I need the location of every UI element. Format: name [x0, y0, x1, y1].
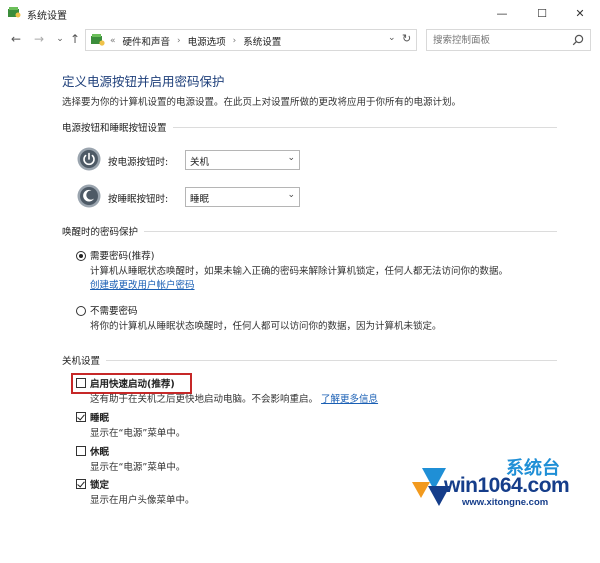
sleep-option-description: 显示在“电源”菜单中。	[90, 428, 186, 439]
power-button-select[interactable]: 关机 ⌄	[185, 150, 300, 170]
breadcrumb-separator[interactable]: ›	[233, 36, 237, 46]
power-button-value: 关机	[190, 157, 210, 168]
sleep-button-select[interactable]: 睡眠 ⌄	[185, 187, 300, 207]
require-password-label[interactable]: 需要密码(推荐)	[90, 248, 154, 262]
section-header-power-buttons: 电源按钮和睡眠按钮设置	[62, 120, 557, 134]
lock-checkbox[interactable]	[76, 479, 86, 489]
breadcrumb: « 硬件和声音 › 电源选项 › 系统设置	[110, 34, 281, 48]
section-header-shutdown: 关机设置	[62, 353, 557, 367]
maximize-button[interactable]: ☐	[522, 0, 562, 26]
hibernate-option-label[interactable]: 休眠	[90, 444, 109, 458]
no-password-label[interactable]: 不需要密码	[90, 303, 138, 317]
close-button[interactable]: ✕	[560, 0, 600, 26]
search-box[interactable]	[426, 29, 591, 51]
back-button[interactable]: ←	[8, 31, 24, 47]
sleep-checkbox[interactable]	[76, 412, 86, 422]
breadcrumb-system-settings[interactable]: 系统设置	[243, 34, 281, 48]
breadcrumb-separator[interactable]: ›	[177, 36, 181, 46]
lock-option-description: 显示在用户头像菜单中。	[90, 495, 195, 506]
watermark-url: www.xitongne.com	[462, 497, 549, 508]
breadcrumb-overflow[interactable]: «	[110, 36, 116, 46]
refresh-icon[interactable]: ↻	[402, 32, 411, 45]
chevron-down-icon: ⌄	[287, 190, 295, 200]
no-password-radio[interactable]	[76, 306, 86, 316]
fast-startup-description: 这有助于在关机之后更快地启动电脑。不会影响重启。 了解更多信息	[90, 394, 379, 405]
control-panel-icon	[91, 34, 105, 46]
sleep-option-label[interactable]: 睡眠	[90, 410, 109, 424]
search-icon[interactable]	[572, 34, 584, 46]
page-description: 选择要为你的计算机设置的电源设置。在此页上对设置所做的更改将应用于你所有的电源计…	[62, 97, 462, 108]
window-title: 系统设置	[27, 11, 67, 22]
breadcrumb-power-options[interactable]: 电源选项	[188, 34, 226, 48]
sleep-button-value: 睡眠	[190, 194, 210, 205]
watermark-brand: win1064.com	[444, 474, 570, 497]
hibernate-option-description: 显示在“电源”菜单中。	[90, 462, 186, 473]
address-box[interactable]: « 硬件和声音 › 电源选项 › 系统设置 ⌄ ↻	[85, 29, 417, 51]
address-bar: ← → ⌄ ↑ « 硬件和声音 › 电源选项 › 系统设置 ⌄ ↻	[0, 26, 600, 54]
forward-button[interactable]: →	[31, 31, 47, 47]
lock-option-label[interactable]: 锁定	[90, 477, 109, 491]
section-header-password: 唤醒时的密码保护	[62, 224, 557, 238]
search-input[interactable]	[433, 33, 563, 47]
title-bar: 系统设置 — ☐ ✕	[0, 0, 600, 26]
sleep-button-icon	[77, 184, 101, 208]
minimize-button[interactable]: —	[482, 0, 522, 26]
recent-locations-button[interactable]: ⌄	[52, 31, 68, 47]
up-button[interactable]: ↑	[67, 31, 83, 47]
address-dropdown-icon[interactable]: ⌄	[388, 33, 396, 43]
hibernate-checkbox[interactable]	[76, 446, 86, 456]
fast-startup-label[interactable]: 启用快速启动(推荐)	[90, 376, 175, 390]
require-password-radio[interactable]	[76, 251, 86, 261]
control-panel-icon	[8, 7, 21, 18]
change-password-link[interactable]: 创建或更改用户帐户密码	[90, 277, 195, 291]
power-button-label: 按电源按钮时:	[108, 157, 169, 168]
require-password-description: 计算机从睡眠状态唤醒时，如果未输入正确的密码来解除计算机锁定，任何人都无法访问你…	[90, 266, 509, 277]
no-password-description: 将你的计算机从睡眠状态唤醒时，任何人都可以访问你的数据，因为计算机未锁定。	[90, 321, 442, 332]
power-button-icon	[77, 147, 101, 171]
breadcrumb-hardware-sound[interactable]: 硬件和声音	[123, 34, 171, 48]
chevron-down-icon: ⌄	[287, 153, 295, 163]
learn-more-link[interactable]: 了解更多信息	[321, 394, 378, 405]
fast-startup-checkbox[interactable]	[76, 378, 86, 388]
page-title: 定义电源按钮并启用密码保护	[62, 74, 225, 89]
sleep-button-label: 按睡眠按钮时:	[108, 194, 169, 205]
